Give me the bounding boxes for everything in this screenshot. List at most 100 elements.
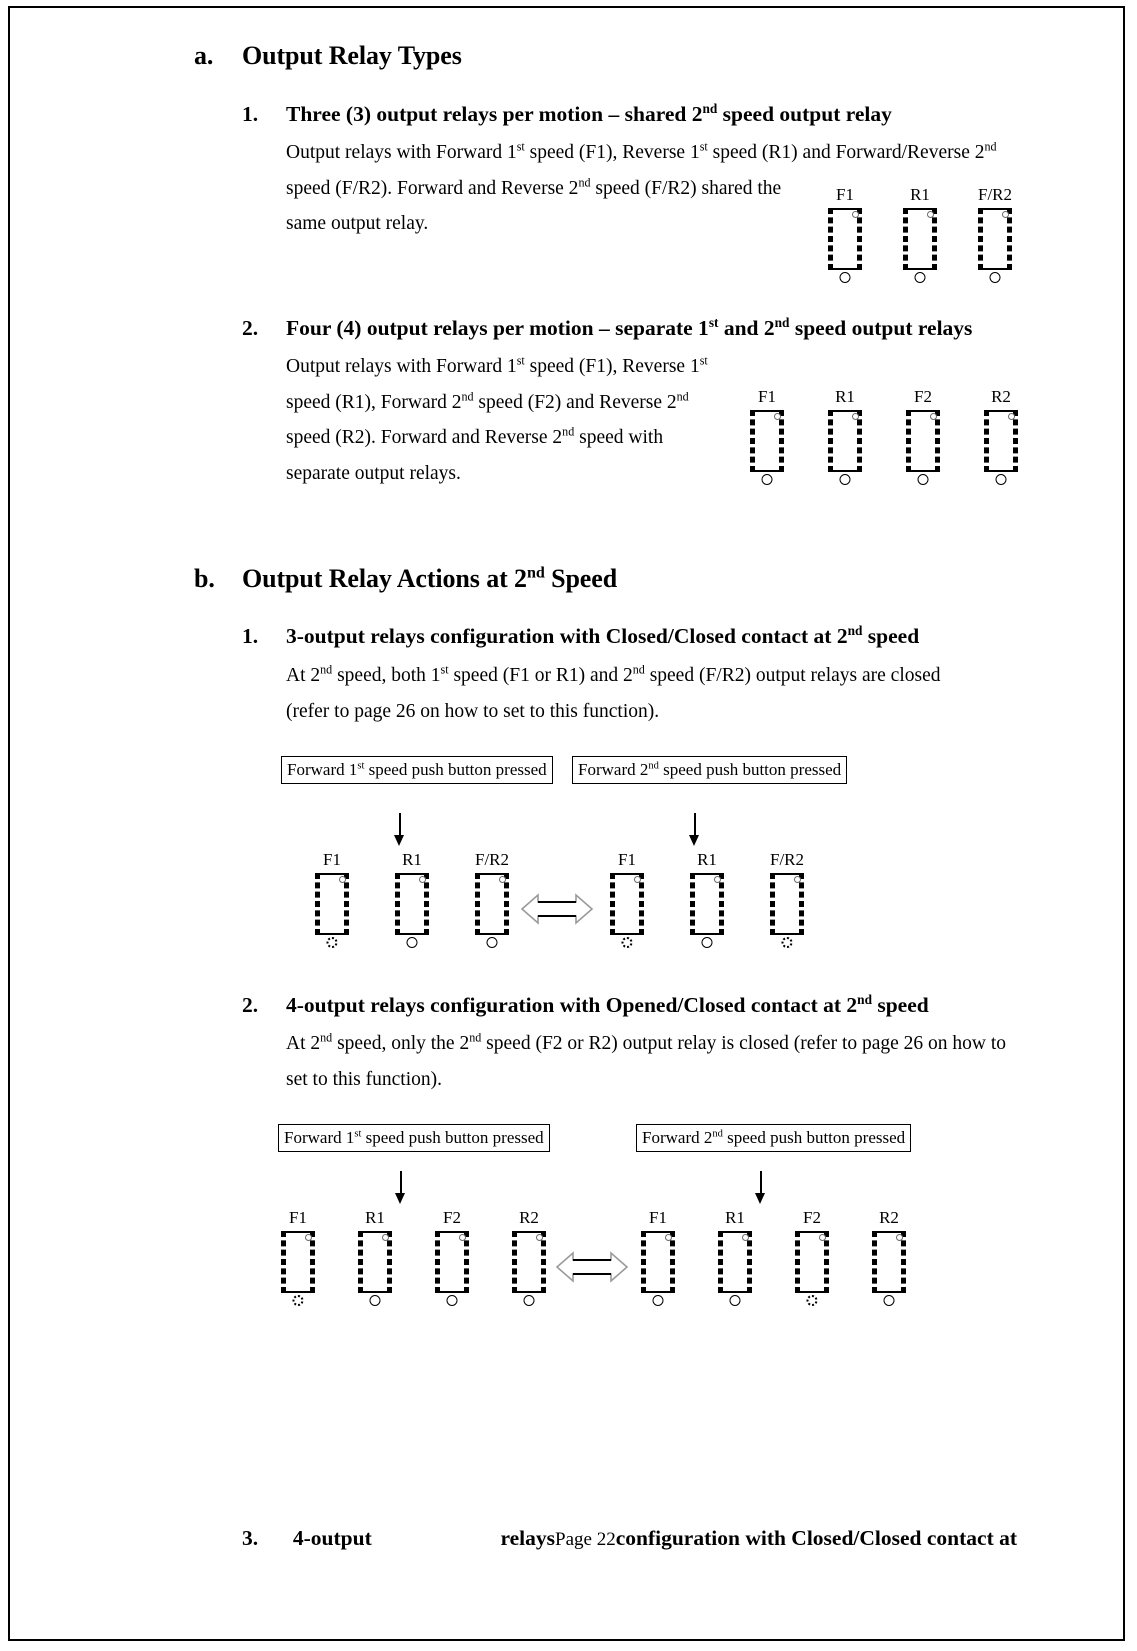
callout-b2-left: Forward 1st speed push button pressed [278, 1124, 550, 1152]
relay-label: R1 [365, 1208, 385, 1227]
heading-b-item-1-text: 3-output relays configuration with Close… [286, 622, 920, 648]
relay-label: F1 [289, 1208, 307, 1227]
arrow-head [394, 835, 405, 846]
relay-terminal-icon [486, 937, 498, 948]
heading-section-b-title: Output Relay Actions at 2nd Speed [242, 564, 618, 593]
relay-corner-dot-icon [774, 413, 781, 420]
relay-label: R2 [879, 1208, 899, 1227]
text-line: speed (R2). Forward and Reverse 2nd spee… [286, 424, 664, 448]
page-number: Page 22 [555, 1529, 616, 1550]
relay-terminal-icon [883, 1295, 895, 1306]
arrow-head [689, 835, 700, 846]
heading-a-item-2-marker: 2. [242, 316, 259, 340]
footer-item-3-part3: configuration with Closed/Closed contact… [615, 1526, 1018, 1550]
down-arrow-b2-right [753, 1171, 769, 1205]
body-b-item-1: At 2nd speed, both 1st speed (F1 or R1) … [286, 658, 1026, 729]
text-line: Output relays with Forward 1st speed (F1… [286, 139, 997, 163]
relay-terminal-icon [729, 1295, 741, 1306]
relay-corner-dot-icon [419, 876, 426, 883]
relay-corner-dot-icon [459, 1234, 466, 1241]
callout-b1-left: Forward 1st speed push button pressed [281, 756, 553, 784]
heading-b-item-2-text: 4-output relays configuration with Opene… [286, 991, 929, 1017]
text-line: At 2nd speed, both 1st speed (F1 or R1) … [286, 662, 941, 686]
relay-terminal-icon [523, 1295, 535, 1306]
text-line: (refer to page 26 on how to set to this … [286, 700, 660, 722]
relay-label: R1 [725, 1208, 745, 1227]
relay-terminal-icon [806, 1295, 818, 1306]
relay-label: R1 [835, 387, 855, 406]
relay-label: F1 [649, 1208, 667, 1227]
bidirectional-arrow-b1 [520, 888, 594, 935]
relay-label: F2 [803, 1208, 821, 1227]
relay-terminal-icon [652, 1295, 664, 1306]
down-arrow-b1-left [392, 813, 408, 847]
relay-corner-dot-icon [382, 1234, 389, 1241]
heading-a-item-1-text: Three (3) output relays per motion – sha… [286, 100, 892, 126]
relay-label: R1 [697, 850, 717, 869]
relay-label: F/R2 [769, 850, 805, 869]
down-arrow-b2-left [393, 1171, 409, 1205]
relay-terminal-icon [446, 1295, 458, 1306]
down-arrow-b1-right [687, 813, 703, 847]
relay-terminal-icon [914, 272, 926, 283]
relay-terminal-icon [917, 474, 929, 485]
text-line: Output relays with Forward 1st speed (F1… [286, 353, 708, 377]
text-line: speed (R1), Forward 2nd speed (F2) and R… [286, 389, 689, 413]
relay-terminal-icon [989, 272, 1001, 283]
heading-b-item-1-marker: 1. [242, 624, 259, 648]
body-a-item-2: Output relays with Forward 1st speed (F1… [286, 349, 736, 491]
relay-corner-dot-icon [1008, 413, 1015, 420]
callout-b1-right: Forward 2nd speed push button pressed [572, 756, 848, 784]
relay-corner-dot-icon [927, 211, 934, 218]
relay-label: F2 [443, 1208, 461, 1227]
arrow-head [755, 1193, 766, 1204]
relay-label: R1 [910, 185, 930, 204]
relay-corner-dot-icon [305, 1234, 312, 1241]
relay-corner-dot-icon [634, 876, 641, 883]
relay-label: R1 [402, 850, 422, 869]
relay-terminal-icon [701, 937, 713, 948]
relay-terminal-icon [369, 1295, 381, 1306]
heading-section-a-marker: a. [194, 41, 214, 70]
heading-a-item-1-marker: 1. [242, 102, 259, 126]
heading-a-item-2-text: Four (4) output relays per motion – sepa… [286, 314, 973, 340]
bidirectional-arrow-b2 [555, 1246, 629, 1293]
heading-section-b-marker: b. [194, 564, 215, 593]
relay-corner-dot-icon [794, 876, 801, 883]
relay-terminal-icon [995, 474, 1007, 485]
relay-terminal-icon [292, 1295, 304, 1306]
relay-label: F2 [914, 387, 932, 406]
relay-corner-dot-icon [714, 876, 721, 883]
footer-item-3: 3. 4-output relaysPage 22configuration w… [242, 1526, 1017, 1551]
relay-terminal-icon [839, 272, 851, 283]
footer-item-3-part1: 4-output [292, 1526, 372, 1550]
relay-label: F/R2 [977, 185, 1013, 204]
relay-corner-dot-icon [742, 1234, 749, 1241]
arrow-shaft [399, 813, 401, 837]
relay-label: F1 [618, 850, 636, 869]
callout-b2-right: Forward 2nd speed push button pressed [636, 1124, 912, 1152]
page-content: a. Output Relay Types 1. Three (3) outpu… [10, 8, 1123, 1639]
relay-corner-dot-icon [896, 1234, 903, 1241]
arrow-head [395, 1193, 406, 1204]
footer-item-3-marker: 3. [242, 1526, 259, 1550]
bidirectional-arrow-icon [520, 893, 594, 925]
relay-corner-dot-icon [499, 876, 506, 883]
relay-label: F1 [323, 850, 341, 869]
relay-terminal-icon [761, 474, 773, 485]
footer-item-3-part2: relays [500, 1526, 556, 1550]
relay-corner-dot-icon [852, 211, 859, 218]
relay-corner-dot-icon [852, 413, 859, 420]
relay-terminal-icon [621, 937, 633, 948]
text-line: set to this function). [286, 1068, 442, 1090]
relay-corner-dot-icon [665, 1234, 672, 1241]
relay-terminal-icon [781, 937, 793, 948]
relay-terminal-icon [839, 474, 851, 485]
relay-label: R2 [519, 1208, 539, 1227]
relay-label: F1 [758, 387, 776, 406]
relay-terminal-icon [326, 937, 338, 948]
document-page: a. Output Relay Types 1. Three (3) outpu… [8, 6, 1125, 1641]
relay-corner-dot-icon [1002, 211, 1009, 218]
text-line: separate output relays. [286, 462, 461, 484]
relay-terminal-icon [406, 937, 418, 948]
